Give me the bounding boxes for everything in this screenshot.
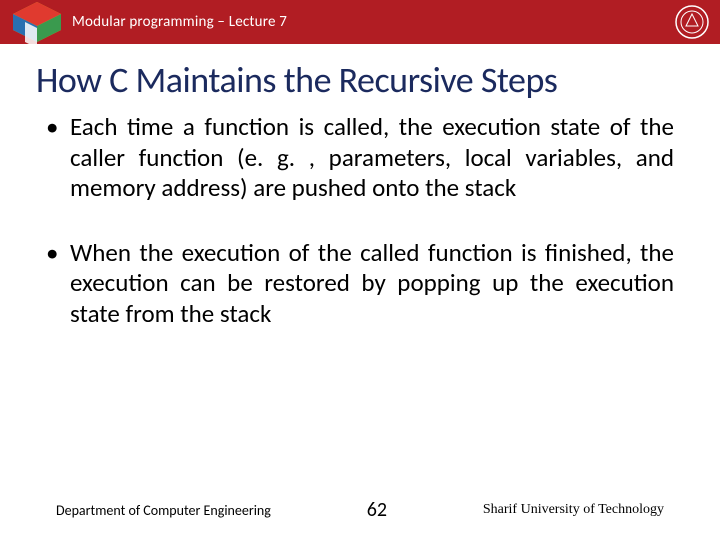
footer-department: Department of Computer Engineering xyxy=(56,502,271,519)
footer-university: Sharif University of Technology xyxy=(483,502,664,518)
cube-logo-icon xyxy=(6,0,68,56)
page-number: 62 xyxy=(367,498,387,522)
course-label: Modular programming – Lecture 7 xyxy=(72,13,287,31)
bullet-list: Each time a function is called, the exec… xyxy=(46,112,674,329)
slide-body: Each time a function is called, the exec… xyxy=(0,112,720,540)
footer: Department of Computer Engineering 62 Sh… xyxy=(0,498,720,522)
slide-title: How C Maintains the Recursive Steps xyxy=(36,58,720,102)
bullet-item: When the execution of the called functio… xyxy=(46,238,674,330)
slide: Modular programming – Lecture 7 How C Ma… xyxy=(0,0,720,540)
bullet-item: Each time a function is called, the exec… xyxy=(46,112,674,204)
university-seal-icon xyxy=(674,4,710,40)
header-band: Modular programming – Lecture 7 xyxy=(0,0,720,44)
